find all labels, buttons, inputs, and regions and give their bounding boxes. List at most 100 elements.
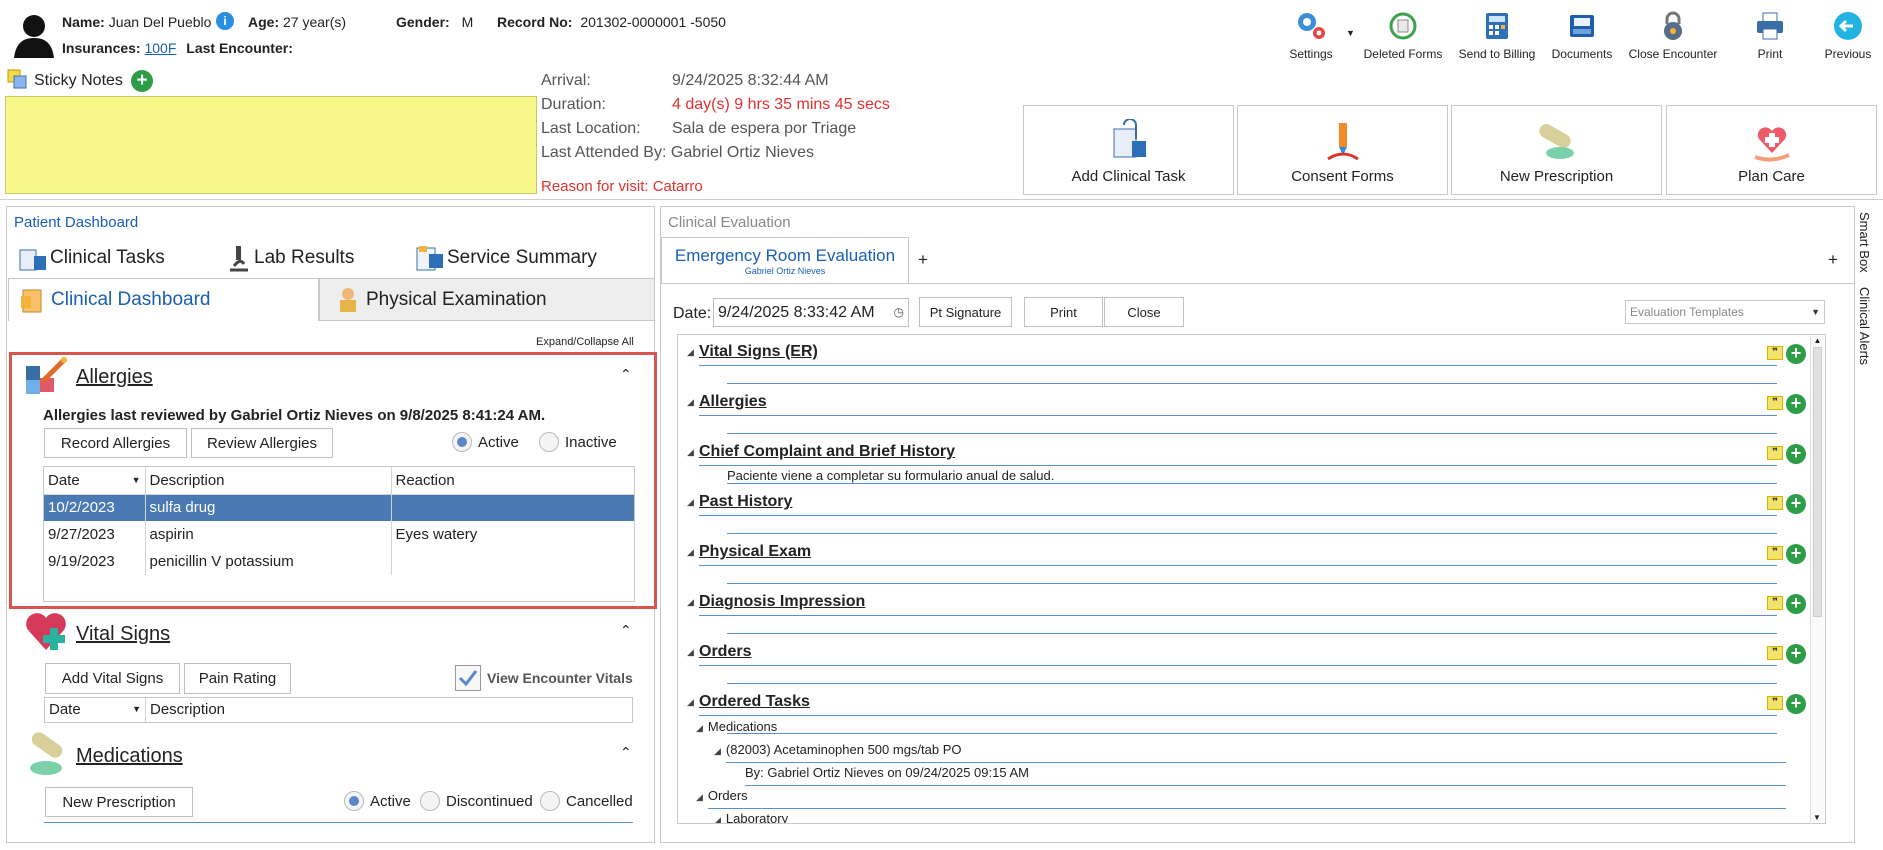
close-encounter-button[interactable]: Close Encounter bbox=[1628, 8, 1718, 61]
documents-button[interactable]: Documents bbox=[1537, 8, 1627, 61]
quote-note-icon[interactable]: ❞ bbox=[1767, 696, 1783, 710]
review-allergies-button[interactable]: Review Allergies bbox=[191, 428, 333, 458]
settings-button[interactable]: Settings bbox=[1266, 8, 1356, 61]
add-section-entry-icon[interactable]: + bbox=[1786, 594, 1806, 614]
add-evaluation-tab-button[interactable]: + bbox=[918, 250, 928, 270]
print-button[interactable]: Print bbox=[1725, 8, 1815, 61]
insurance-link[interactable]: 100F bbox=[144, 40, 176, 56]
expand-collapse-all-link[interactable]: Expand/Collapse All bbox=[536, 336, 634, 348]
tab-emergency-room-evaluation[interactable]: Emergency Room Evaluation Gabriel Ortiz … bbox=[661, 237, 909, 283]
add-section-entry-icon[interactable]: + bbox=[1786, 644, 1806, 664]
tree-medication-author[interactable]: By: Gabriel Ortiz Nieves on 09/24/2025 0… bbox=[745, 765, 1029, 780]
add-vital-signs-button[interactable]: Add Vital Signs bbox=[45, 663, 180, 694]
evaluation-templates-select[interactable]: Evaluation Templates ▼ bbox=[1625, 300, 1825, 324]
vitals-date-column-header[interactable]: Date ▼ bbox=[45, 698, 146, 722]
section-title[interactable]: Allergies bbox=[699, 393, 767, 411]
scroll-thumb[interactable] bbox=[1813, 347, 1822, 617]
medications-collapse-icon[interactable]: ⌃ bbox=[620, 744, 632, 761]
sticky-note-area[interactable] bbox=[5, 96, 537, 194]
pain-rating-button[interactable]: Pain Rating bbox=[184, 663, 291, 694]
medications-active-radio[interactable]: Active bbox=[344, 791, 411, 811]
medications-discontinued-radio[interactable]: Discontinued bbox=[420, 791, 533, 811]
tab-physical-examination[interactable]: Physical Examination bbox=[319, 278, 655, 321]
add-section-entry-icon[interactable]: + bbox=[1786, 494, 1806, 514]
medications-title[interactable]: Medications bbox=[76, 745, 183, 768]
section-title[interactable]: Physical Exam bbox=[699, 543, 811, 561]
evaluation-section[interactable]: ◢ Past History ❞ + bbox=[678, 493, 1808, 537]
table-row[interactable]: 9/27/2023 aspirin Eyes watery bbox=[44, 521, 634, 548]
tree-medication-item[interactable]: ◢ (82003) Acetaminophen 500 mgs/tab PO bbox=[714, 742, 962, 757]
expand-triangle-icon[interactable]: ◢ bbox=[696, 792, 703, 802]
allergies-collapse-icon[interactable]: ⌃ bbox=[620, 366, 632, 383]
info-icon[interactable]: i bbox=[216, 12, 234, 30]
expand-triangle-icon[interactable]: ◢ bbox=[687, 497, 694, 508]
tree-medications[interactable]: ◢ Medications bbox=[696, 719, 777, 734]
expand-triangle-icon[interactable]: ◢ bbox=[687, 647, 694, 658]
calendar-clock-icon[interactable]: ◷ bbox=[894, 305, 904, 319]
quote-note-icon[interactable]: ❞ bbox=[1767, 396, 1783, 410]
plan-care-button[interactable]: Plan Care bbox=[1666, 105, 1877, 195]
allergies-active-radio[interactable]: Active bbox=[452, 432, 519, 452]
vital-signs-collapse-icon[interactable]: ⌃ bbox=[620, 622, 632, 639]
expand-triangle-icon[interactable]: ◢ bbox=[687, 397, 694, 408]
section-title[interactable]: Past History bbox=[699, 493, 792, 511]
settings-dropdown-icon[interactable]: ▼ bbox=[1346, 28, 1355, 38]
allergies-title[interactable]: Allergies bbox=[76, 366, 153, 389]
tab-service-summary[interactable]: Service Summary bbox=[415, 244, 597, 272]
date-column-header[interactable]: Date ▼ bbox=[44, 467, 146, 495]
table-row[interactable]: 10/2/2023 sulfa drug bbox=[44, 494, 634, 521]
previous-button[interactable]: Previous bbox=[1803, 8, 1883, 61]
add-panel-button[interactable]: + bbox=[1828, 250, 1838, 270]
evaluation-section[interactable]: ◢ Ordered Tasks ❞ + bbox=[678, 693, 1808, 737]
date-field[interactable]: 9/24/2025 8:33:42 AM ◷ bbox=[713, 298, 909, 327]
tree-laboratory[interactable]: ◢ Laboratory bbox=[714, 811, 788, 823]
expand-triangle-icon[interactable]: ◢ bbox=[687, 447, 694, 458]
table-row[interactable]: 9/19/2023 penicillin V potassium bbox=[44, 548, 634, 575]
quote-note-icon[interactable]: ❞ bbox=[1767, 446, 1783, 460]
evaluation-section[interactable]: ◢ Chief Complaint and Brief History ❞ + Paci… bbox=[678, 443, 1808, 487]
add-section-entry-icon[interactable]: + bbox=[1786, 444, 1806, 464]
allergies-inactive-radio[interactable]: Inactive bbox=[539, 432, 617, 452]
expand-triangle-icon[interactable]: ◢ bbox=[687, 347, 694, 358]
quote-note-icon[interactable]: ❞ bbox=[1767, 596, 1783, 610]
add-section-entry-icon[interactable]: + bbox=[1786, 394, 1806, 414]
section-title[interactable]: Orders bbox=[699, 643, 751, 661]
add-section-entry-icon[interactable]: + bbox=[1786, 694, 1806, 714]
tab-clinical-tasks[interactable]: Clinical Tasks bbox=[18, 244, 165, 272]
description-column-header[interactable]: Description bbox=[145, 467, 392, 495]
quote-note-icon[interactable]: ❞ bbox=[1767, 646, 1783, 660]
expand-triangle-icon[interactable]: ◢ bbox=[687, 597, 694, 608]
evaluation-scrollbar[interactable]: ▲ ▼ bbox=[1810, 336, 1824, 822]
evaluation-section[interactable]: ◢ Physical Exam ❞ + bbox=[678, 543, 1808, 587]
send-to-billing-button[interactable]: Send to Billing bbox=[1452, 8, 1542, 61]
section-title[interactable]: Chief Complaint and Brief History bbox=[699, 443, 955, 461]
evaluation-section[interactable]: ◢ Diagnosis Impression ❞ + bbox=[678, 593, 1808, 637]
evaluation-close-button[interactable]: Close bbox=[1104, 297, 1184, 327]
add-sticky-note-button[interactable]: + bbox=[131, 70, 153, 92]
expand-triangle-icon[interactable]: ◢ bbox=[687, 547, 694, 558]
section-title[interactable]: Ordered Tasks bbox=[699, 693, 810, 711]
quote-note-icon[interactable]: ❞ bbox=[1767, 496, 1783, 510]
evaluation-section[interactable]: ◢ Orders ❞ + bbox=[678, 643, 1808, 687]
deleted-forms-button[interactable]: Deleted Forms bbox=[1358, 8, 1448, 61]
evaluation-print-button[interactable]: Print bbox=[1024, 297, 1103, 327]
new-prescription-small-button[interactable]: New Prescription bbox=[45, 787, 193, 817]
clinical-alerts-tab[interactable]: Clinical Alerts bbox=[1857, 287, 1872, 365]
add-section-entry-icon[interactable]: + bbox=[1786, 544, 1806, 564]
vital-signs-title[interactable]: Vital Signs bbox=[76, 623, 170, 646]
record-allergies-button[interactable]: Record Allergies bbox=[44, 428, 187, 458]
quote-note-icon[interactable]: ❞ bbox=[1767, 346, 1783, 360]
expand-triangle-icon[interactable]: ◢ bbox=[714, 746, 721, 756]
add-section-entry-icon[interactable]: + bbox=[1786, 344, 1806, 364]
scroll-down-icon[interactable]: ▼ bbox=[1811, 813, 1823, 822]
expand-triangle-icon[interactable]: ◢ bbox=[696, 723, 703, 733]
tab-lab-results[interactable]: Lab Results bbox=[226, 244, 354, 272]
expand-triangle-icon[interactable]: ◢ bbox=[687, 697, 694, 708]
tree-orders[interactable]: ◢ Orders bbox=[696, 788, 748, 803]
medications-cancelled-radio[interactable]: Cancelled bbox=[540, 791, 633, 811]
consent-forms-button[interactable]: Consent Forms bbox=[1237, 105, 1448, 195]
evaluation-section[interactable]: ◢ Allergies ❞ + bbox=[678, 393, 1808, 437]
quote-note-icon[interactable]: ❞ bbox=[1767, 546, 1783, 560]
new-prescription-button[interactable]: New Prescription bbox=[1451, 105, 1662, 195]
vitals-description-column-header[interactable]: Description bbox=[146, 698, 229, 722]
